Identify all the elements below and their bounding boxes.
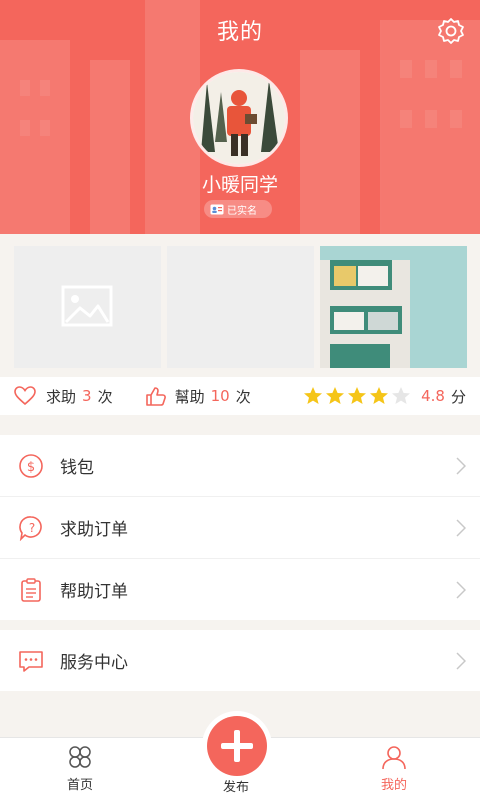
star-filled-icon	[348, 387, 367, 404]
chevron-right-icon	[456, 580, 466, 599]
coin-icon: $	[19, 453, 43, 478]
photo-placeholder[interactable]	[14, 246, 161, 368]
tab-mine[interactable]: 我的	[344, 744, 444, 793]
plus-icon	[221, 730, 253, 762]
help-orders-label: 帮助订单	[60, 582, 128, 602]
helped-count: 10	[210, 387, 230, 405]
menu-item-service-center[interactable]: 服务中心	[0, 630, 480, 691]
id-card-icon	[210, 204, 224, 214]
publish-button[interactable]	[207, 716, 267, 776]
star-filled-icon	[370, 387, 389, 404]
star-filled-icon	[304, 387, 323, 404]
rating-unit: 分	[450, 387, 466, 406]
helped-label: 幫助	[174, 387, 205, 406]
service-center-label: 服务中心	[60, 653, 128, 673]
chevron-right-icon	[456, 518, 466, 537]
tab-home[interactable]: 首页	[30, 744, 130, 793]
thumbs-up-icon	[145, 387, 166, 406]
stats-bar: 求助 3 次 幫助 10 次 4.8 分	[0, 377, 480, 415]
chevron-right-icon	[456, 456, 466, 475]
photo-empty[interactable]	[167, 246, 314, 368]
help-request-stat[interactable]: 求助 3 次	[14, 386, 113, 407]
question-bubble-icon: ?	[19, 515, 42, 541]
helped-unit: 次	[235, 387, 251, 406]
star-filled-icon	[326, 387, 345, 404]
rating-stat: 4.8 分	[303, 386, 466, 407]
helped-stat[interactable]: 幫助 10 次	[145, 386, 251, 407]
home-grid-icon	[69, 746, 91, 768]
photo-building[interactable]	[320, 246, 467, 368]
avatar[interactable]	[193, 72, 285, 164]
star-rating	[303, 386, 411, 406]
svg-text:$: $	[27, 460, 35, 475]
clipboard-icon	[21, 577, 41, 602]
chevron-right-icon	[456, 651, 466, 670]
menu-group-orders: $ 钱包 ? 求助订单 帮助订单	[0, 435, 480, 620]
request-orders-label: 求助订单	[60, 520, 128, 540]
wallet-label: 钱包	[60, 458, 94, 478]
help-request-label: 求助	[46, 387, 77, 406]
image-placeholder-icon	[61, 285, 113, 327]
star-empty-icon	[392, 387, 411, 404]
heart-icon	[14, 386, 36, 406]
building-photo	[320, 246, 467, 368]
profile-header: 我的 小暖同学 已实名	[0, 0, 480, 234]
tab-publish-label: 发布	[222, 780, 249, 795]
help-request-unit: 次	[97, 387, 113, 406]
menu-item-request-orders[interactable]: ? 求助订单	[0, 497, 480, 559]
tab-home-label: 首页	[66, 778, 93, 793]
avatar-image	[193, 72, 285, 164]
rating-value: 4.8	[421, 387, 445, 405]
svg-text:?: ?	[29, 521, 35, 535]
verified-badge: 已实名	[204, 200, 272, 218]
menu-item-wallet[interactable]: $ 钱包	[0, 435, 480, 497]
tab-publish[interactable]: 发布	[186, 776, 286, 795]
username: 小暖同学	[201, 174, 278, 196]
settings-gear-icon[interactable]	[436, 16, 466, 46]
photo-gallery	[14, 246, 468, 368]
page-title: 我的	[216, 20, 263, 45]
verified-label: 已实名	[227, 205, 257, 217]
menu-group-service: 服务中心	[0, 630, 480, 691]
tab-mine-label: 我的	[380, 778, 407, 793]
menu-item-help-orders[interactable]: 帮助订单	[0, 559, 480, 620]
chat-bubble-icon	[19, 650, 43, 672]
user-icon	[382, 746, 406, 770]
help-request-count: 3	[82, 387, 92, 405]
